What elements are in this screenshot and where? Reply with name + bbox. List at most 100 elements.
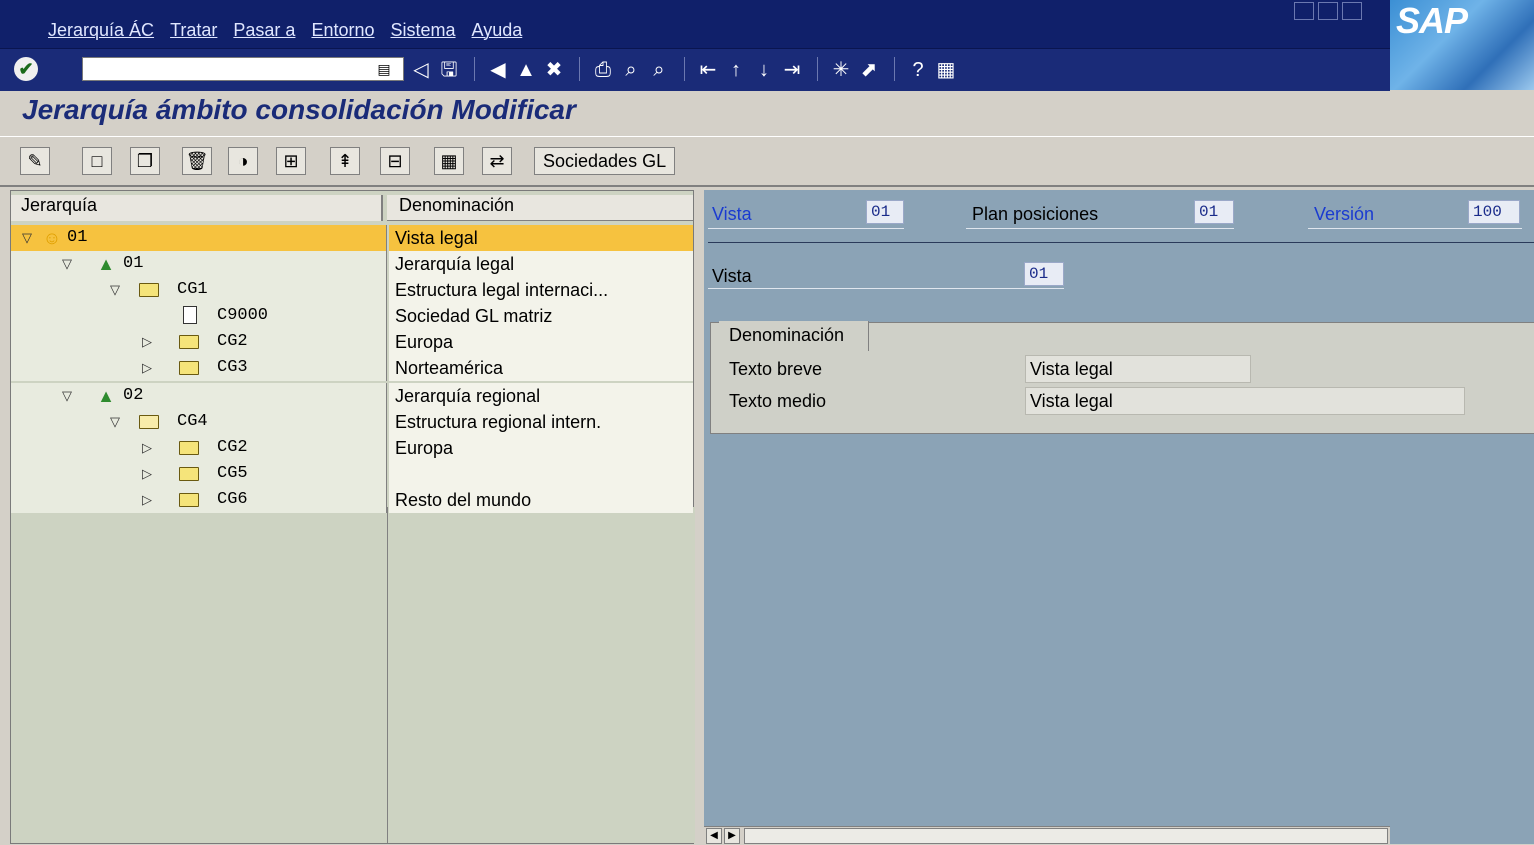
standard-toolbar: ✔ ▤ ◁ 🖫 ◀ ▲ ✖ ⎙ ⌕ ⌕ ⇤ ↑ ↓ ⇥ ✳ ⬈ ? ▦ [0, 48, 1390, 91]
tree-node-code: CG4 [177, 412, 208, 431]
command-field[interactable] [82, 57, 404, 81]
menu-tratar[interactable]: Tratar [170, 20, 217, 41]
toolbar-separator [817, 57, 818, 81]
folder-icon [179, 464, 201, 484]
medium-text-field[interactable]: Vista legal [1025, 387, 1465, 415]
medium-text-label: Texto medio [729, 391, 827, 411]
expand-toggle-icon[interactable]: ▽ [19, 225, 35, 251]
tree-row[interactable]: ▷ CG3 Norteamérica [11, 355, 693, 381]
where-used-icon[interactable]: ◑ [228, 147, 258, 175]
last-page-icon[interactable]: ⇥ [779, 57, 805, 83]
tree-row[interactable]: ▽ ▲ 02 Jerarquía regional [11, 383, 693, 409]
table-icon[interactable]: ▦ [434, 147, 464, 175]
tree-node-code: C9000 [217, 306, 269, 325]
display-change-icon[interactable]: ✎ [20, 147, 50, 175]
move-up-icon[interactable]: ⇞ [330, 147, 360, 175]
sap-logo-text: SAP [1396, 0, 1468, 41]
tree-row[interactable]: C9000 Sociedad GL matriz [11, 303, 693, 329]
horizontal-scrollbar[interactable]: ◀ ▶ [704, 826, 1390, 845]
copy-icon[interactable]: ❐ [130, 147, 160, 175]
tree-node-name [389, 461, 693, 487]
maximize-icon[interactable] [1318, 2, 1338, 20]
menu-pasar-a[interactable]: Pasar a [233, 20, 295, 41]
cancel-icon[interactable]: ✖ [541, 57, 567, 83]
toolbar-separator [894, 57, 895, 81]
version-label: Versión [1314, 204, 1375, 224]
structure-icon[interactable]: ⇄ [482, 147, 512, 175]
version-value: 100 [1468, 200, 1520, 224]
scroll-left-icon[interactable]: ◀ [706, 828, 722, 844]
column-header-name[interactable]: Denominación [387, 195, 693, 221]
help-icon[interactable]: ? [905, 57, 931, 83]
tree-node-code: CG3 [217, 358, 248, 377]
insert-icon[interactable]: ⊞ [276, 147, 306, 175]
hierarchy-tree: Jerarquía Denominación ▽ ☺ 01 Vista lega… [10, 190, 695, 844]
tree-node-code: 01 [123, 254, 144, 273]
expand-toggle-icon[interactable]: ▽ [59, 251, 75, 277]
group-tab-denominacion[interactable]: Denominación [719, 321, 870, 351]
folder-icon [179, 358, 201, 378]
tree-row[interactable]: ▽ CG1 Estructura legal internaci... [11, 277, 693, 303]
delete-icon[interactable]: 🗑 [182, 147, 212, 175]
first-page-icon[interactable]: ⇤ [695, 57, 721, 83]
previous-page-icon[interactable]: ↑ [723, 57, 749, 83]
command-history-icon[interactable]: ▤ [372, 57, 396, 81]
tree-row[interactable]: ▽ ▲ 01 Jerarquía legal [11, 251, 693, 277]
scrollbar-track[interactable] [744, 828, 1388, 844]
assign-icon[interactable]: ⊟ [380, 147, 410, 175]
tree-node-name: Europa [389, 329, 693, 355]
tree-node-name: Jerarquía legal [389, 251, 693, 277]
expand-toggle-icon[interactable]: ▽ [107, 409, 123, 435]
save-icon[interactable]: 🖫 [436, 57, 462, 83]
layout-menu-icon[interactable]: ▦ [933, 57, 959, 83]
menu-jerarquia[interactable]: Jerarquía ÁC [48, 20, 154, 41]
expand-toggle-icon[interactable]: ▷ [139, 461, 155, 487]
expand-toggle-icon[interactable]: ▷ [139, 329, 155, 355]
folder-icon [179, 438, 201, 458]
expand-toggle-icon[interactable]: ▽ [59, 383, 75, 409]
tree-row[interactable]: ▷ CG2 Europa [11, 329, 693, 355]
find-icon[interactable]: ⌕ [618, 57, 644, 83]
expand-toggle-icon[interactable]: ▷ [139, 355, 155, 381]
shortcut-icon[interactable]: ⬈ [856, 57, 882, 83]
back-icon[interactable]: ◀ [485, 57, 511, 83]
create-icon[interactable]: □ [82, 147, 112, 175]
tree-row[interactable]: ▷ CG5 [11, 461, 693, 487]
toolbar-separator [579, 57, 580, 81]
sap-logo: SAP [1390, 0, 1534, 90]
collapse-cmd-icon[interactable]: ◁ [408, 57, 434, 83]
short-text-field[interactable]: Vista legal [1025, 355, 1251, 383]
expand-toggle-icon[interactable]: ▽ [107, 277, 123, 303]
tree-row[interactable]: ▷ CG6 Resto del mundo [11, 487, 693, 513]
menu-sistema[interactable]: Sistema [391, 20, 456, 41]
minimize-icon[interactable] [1294, 2, 1314, 20]
expand-toggle-icon[interactable]: ▷ [139, 487, 155, 513]
toolbar-separator [474, 57, 475, 81]
tree-row[interactable]: ▽ CG4 Estructura regional intern. [11, 409, 693, 435]
find-next-icon[interactable]: ⌕ [646, 57, 672, 83]
print-icon[interactable]: ⎙ [590, 57, 616, 83]
menu-ayuda[interactable]: Ayuda [472, 20, 523, 41]
tree-node-code: CG2 [217, 438, 248, 457]
folder-icon [179, 490, 201, 510]
toolbar-separator [684, 57, 685, 81]
tree-node-code: CG2 [217, 332, 248, 351]
tree-node-name: Resto del mundo [389, 487, 693, 513]
tree-row[interactable]: ▷ CG2 Europa [11, 435, 693, 461]
close-icon[interactable] [1342, 2, 1362, 20]
scroll-right-icon[interactable]: ▶ [724, 828, 740, 844]
menu-entorno[interactable]: Entorno [311, 20, 374, 41]
application-toolbar: ✎ □ ❐ 🗑 ◑ ⊞ ⇞ ⊟ ▦ ⇄ Sociedades GL [0, 136, 1534, 187]
next-page-icon[interactable]: ↓ [751, 57, 777, 83]
column-header-hierarchy[interactable]: Jerarquía [11, 195, 383, 221]
exit-icon[interactable]: ▲ [513, 57, 539, 83]
tree-row[interactable]: ▽ ☺ 01 Vista legal [11, 225, 693, 251]
enter-check-icon[interactable]: ✔ [14, 57, 38, 81]
window-controls [1294, 2, 1362, 20]
view-label: Vista [712, 204, 752, 224]
plan-positions-value: 01 [1194, 200, 1234, 224]
expand-toggle-icon[interactable]: ▷ [139, 435, 155, 461]
create-session-icon[interactable]: ✳ [828, 57, 854, 83]
name-group-box: Denominación Texto breve Vista legal Tex… [710, 321, 1534, 434]
sociedades-gl-button[interactable]: Sociedades GL [534, 147, 676, 175]
